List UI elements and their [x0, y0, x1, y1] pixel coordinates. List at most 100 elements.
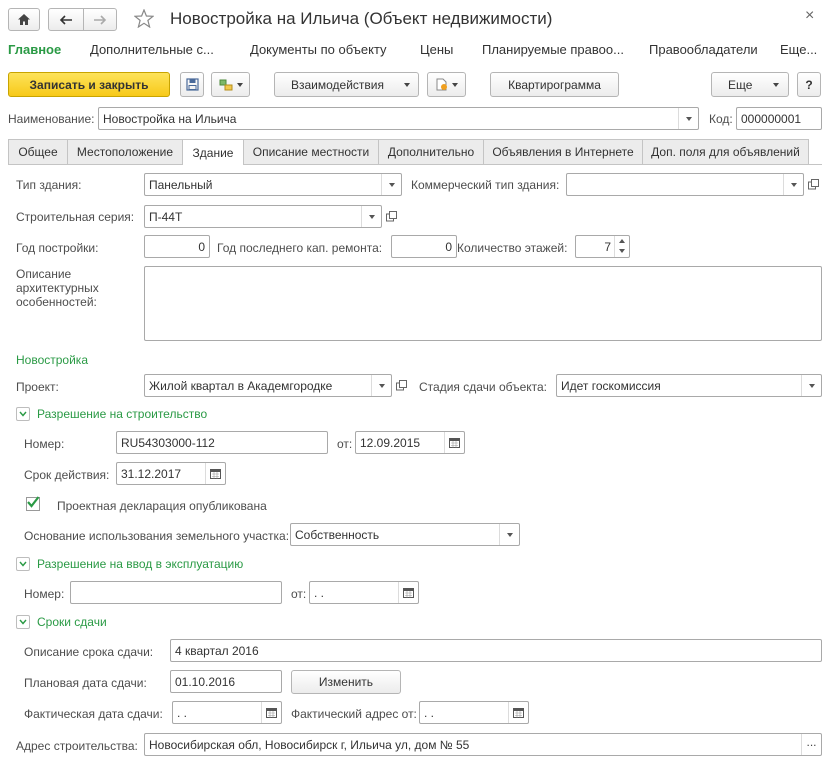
window-title: Новостройка на Ильича (Объект недвижимос… — [170, 9, 553, 28]
permit-date-field[interactable]: 12.09.2015 — [355, 431, 465, 454]
declaration-label[interactable]: Проектная декларация опубликована — [57, 499, 267, 513]
help-button[interactable]: ? — [797, 72, 821, 97]
project-dropdown[interactable] — [371, 375, 391, 396]
menu-documents[interactable]: Документы по объекту — [250, 42, 387, 57]
menu-main[interactable]: Главное — [8, 42, 61, 57]
permit-valid-field[interactable]: 31.12.2017 — [116, 462, 226, 485]
more-button[interactable]: Еще — [711, 72, 789, 97]
save-close-button[interactable]: Записать и закрыть — [8, 72, 170, 97]
year-value: 0 — [198, 240, 205, 254]
stage-label: Стадия сдачи объекта: — [419, 380, 548, 394]
permit-number-field[interactable]: RU54303000-112 — [116, 431, 328, 454]
repair-year-value: 0 — [445, 240, 452, 254]
tab-general[interactable]: Общее — [8, 139, 68, 164]
menu-planned[interactable]: Планируемые правоо... — [482, 42, 624, 57]
commissioning-number-label: Номер: — [24, 587, 65, 601]
chevron-down-icon — [19, 619, 27, 625]
new-building-title: Новостройка — [16, 353, 88, 367]
home-button[interactable] — [8, 8, 40, 31]
interactions-button[interactable]: Взаимодействия — [274, 72, 419, 97]
calendar-icon — [449, 437, 460, 448]
commissioning-date-field[interactable]: . . — [309, 581, 419, 604]
deadlines-title[interactable]: Сроки сдачи — [37, 615, 107, 629]
series-field[interactable]: П-44Т — [144, 205, 382, 228]
tab-panel-border — [8, 164, 822, 165]
forward-button[interactable] — [83, 8, 117, 31]
declaration-checkbox[interactable] — [26, 496, 40, 511]
code-field[interactable]: 000000001 — [736, 107, 822, 130]
planned-date-field[interactable]: 01.10.2016 — [170, 670, 282, 693]
menu-more[interactable]: Еще... — [780, 42, 817, 57]
permit-valid-label: Срок действия: — [24, 468, 110, 482]
floors-value: 7 — [604, 240, 611, 254]
series-label: Строительная серия: — [16, 210, 135, 224]
permit-title[interactable]: Разрешение на строительство — [37, 407, 207, 421]
arch-textarea[interactable] — [144, 266, 822, 341]
actual-address-label: Фактический адрес от: — [291, 707, 417, 721]
commercial-type-field[interactable] — [566, 173, 804, 196]
stepper-down-icon[interactable] — [619, 249, 625, 253]
floors-field[interactable]: 7 — [575, 235, 630, 258]
building-type-field[interactable]: Панельный — [144, 173, 402, 196]
repair-year-field[interactable]: 0 — [391, 235, 457, 258]
menu-owners[interactable]: Правообладатели — [649, 42, 758, 57]
deadlines-collapse-button[interactable] — [16, 615, 30, 629]
tab-location[interactable]: Местоположение — [67, 139, 183, 164]
commissioning-collapse-button[interactable] — [16, 557, 30, 571]
stage-field[interactable]: Идет госкомиссия — [556, 374, 822, 397]
calendar-button[interactable] — [444, 432, 464, 453]
stepper-up-icon[interactable] — [619, 239, 625, 243]
name-field[interactable]: Новостройка на Ильича — [98, 107, 699, 130]
structure-icon — [219, 79, 232, 90]
permit-collapse-button[interactable] — [16, 407, 30, 421]
year-field[interactable]: 0 — [144, 235, 210, 258]
building-type-dropdown[interactable] — [381, 174, 401, 195]
construction-address-field[interactable]: Новосибирская обл, Новосибирск г, Ильича… — [144, 733, 822, 756]
tab-internet-ads[interactable]: Объявления в Интернете — [483, 139, 643, 164]
commercial-type-dropdown[interactable] — [783, 174, 803, 195]
actual-address-date-field[interactable]: . . — [419, 701, 529, 724]
series-open-button[interactable] — [382, 207, 400, 225]
deadline-desc-field[interactable]: 4 квартал 2016 — [170, 639, 822, 662]
commissioning-title[interactable]: Разрешение на ввод в эксплуатацию — [37, 557, 243, 571]
floors-label: Количество этажей: — [457, 241, 568, 255]
tab-area-description[interactable]: Описание местности — [243, 139, 379, 164]
stage-dropdown[interactable] — [801, 375, 821, 396]
open-window-icon — [395, 379, 407, 390]
close-icon[interactable]: × — [805, 7, 814, 25]
project-field[interactable]: Жилой квартал в Академгородке — [144, 374, 392, 397]
land-basis-dropdown[interactable] — [499, 524, 519, 545]
arrow-left-icon — [59, 14, 72, 25]
check-icon — [27, 496, 40, 508]
create-based-button[interactable] — [427, 72, 466, 97]
calendar-button[interactable] — [205, 463, 225, 484]
floors-stepper[interactable] — [614, 236, 629, 257]
change-button[interactable]: Изменить — [291, 670, 401, 694]
menu-prices[interactable]: Цены — [420, 42, 453, 57]
structure-button[interactable] — [211, 72, 250, 97]
back-button[interactable] — [48, 8, 84, 31]
code-value: 000000001 — [741, 112, 802, 126]
apartments-button[interactable]: Квартирограмма — [490, 72, 619, 97]
chevron-down-icon — [773, 83, 779, 87]
save-button[interactable] — [180, 72, 204, 97]
commissioning-from-label: от: — [291, 587, 307, 601]
address-select-button[interactable]: ... — [801, 734, 821, 755]
year-label: Год постройки: — [16, 241, 99, 255]
series-dropdown[interactable] — [361, 206, 381, 227]
calendar-button[interactable] — [261, 702, 281, 723]
calendar-button[interactable] — [398, 582, 418, 603]
calendar-button[interactable] — [508, 702, 528, 723]
tab-ad-fields[interactable]: Доп. поля для объявлений — [642, 139, 809, 164]
calendar-icon — [210, 468, 221, 479]
tab-additional[interactable]: Дополнительно — [378, 139, 484, 164]
tab-building[interactable]: Здание — [182, 139, 244, 165]
actual-date-field[interactable]: . . — [172, 701, 282, 724]
project-open-button[interactable] — [392, 376, 410, 394]
name-dropdown-button[interactable] — [678, 108, 698, 129]
commercial-type-open-button[interactable] — [804, 175, 822, 193]
favorite-star-icon[interactable] — [133, 8, 155, 31]
land-basis-field[interactable]: Собственность — [290, 523, 520, 546]
menu-additional[interactable]: Дополнительные с... — [90, 42, 214, 57]
commissioning-number-field[interactable] — [70, 581, 282, 604]
